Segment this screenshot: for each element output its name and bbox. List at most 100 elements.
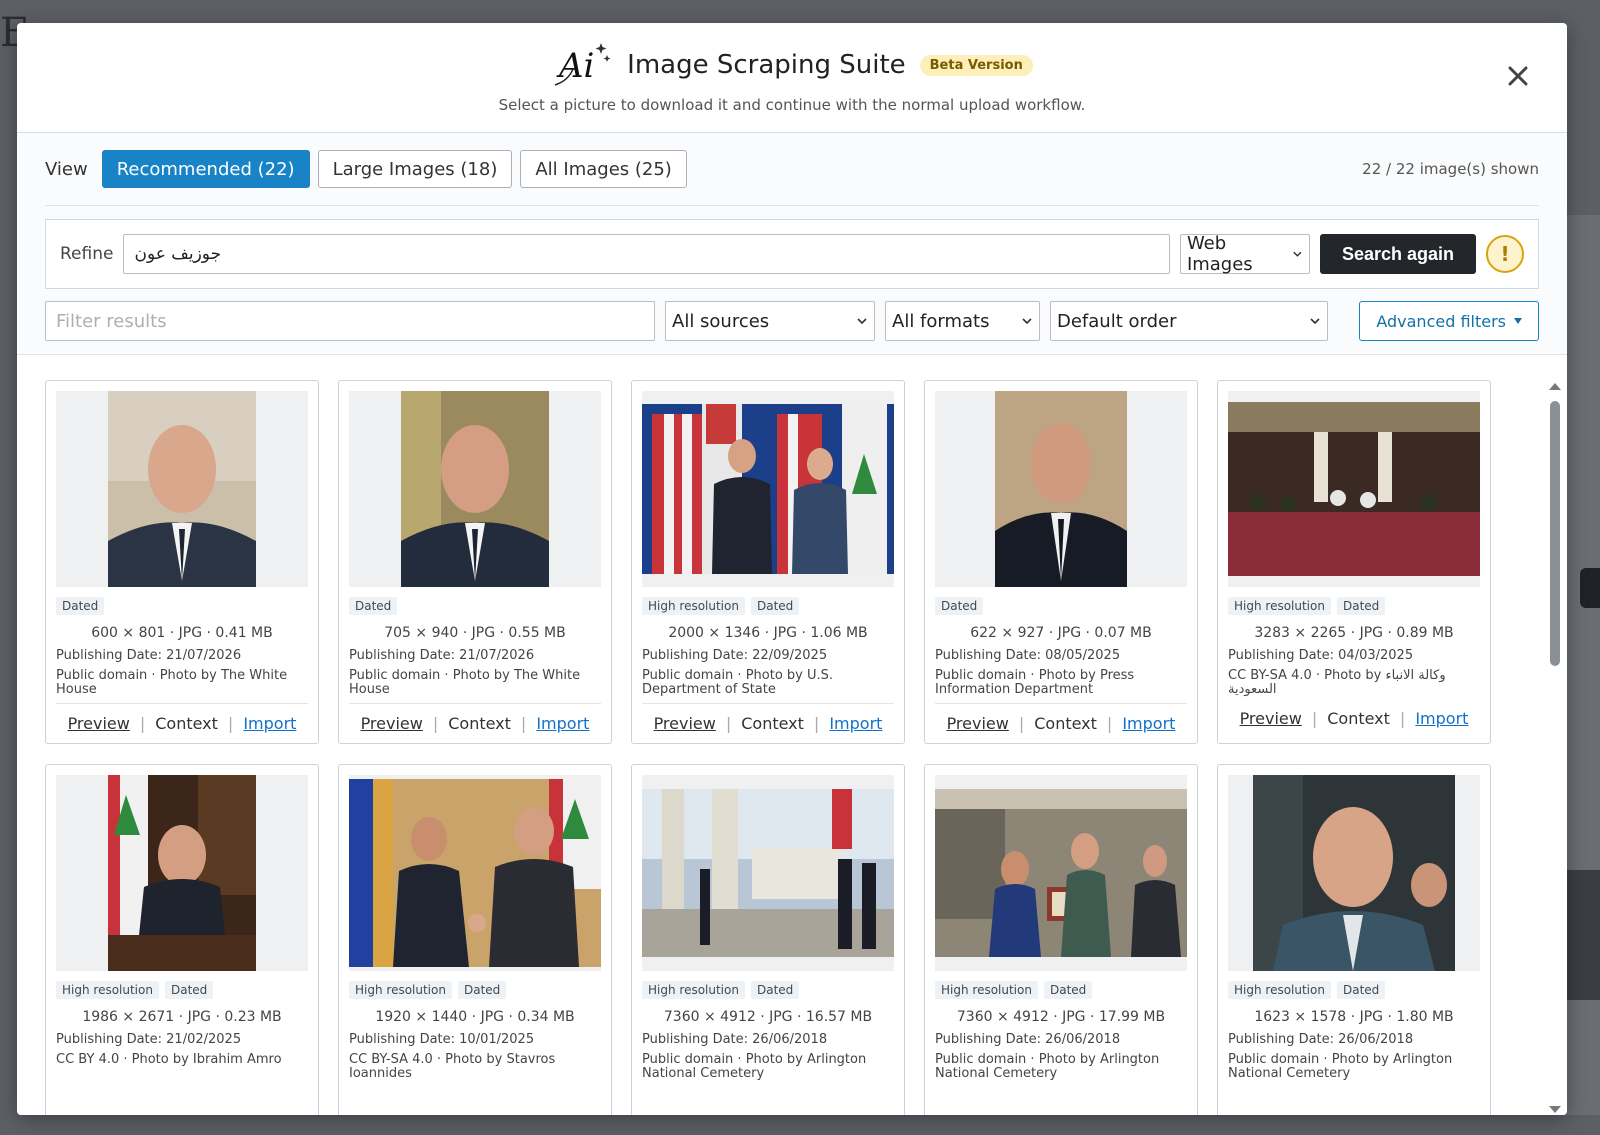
caret-down-icon [1514, 318, 1522, 324]
image-card[interactable]: High resolution Dated 7360 × 4912 · JPG … [924, 764, 1198, 1115]
card-actions: Preview | Context | Import [935, 703, 1187, 733]
image-card[interactable]: High resolution Dated 3283 × 2265 · JPG … [1217, 380, 1491, 744]
separator: | [139, 714, 146, 733]
context-link[interactable]: Context [448, 714, 511, 733]
publishing-date: Publishing Date: 26/06/2018 [935, 1032, 1121, 1047]
advanced-filters-button[interactable]: Advanced filters [1359, 301, 1539, 341]
publishing-date: Publishing Date: 21/07/2026 [56, 648, 242, 663]
formats-value: All formats [892, 310, 990, 332]
image-thumbnail[interactable] [642, 775, 894, 971]
publishing-date: Publishing Date: 22/09/2025 [642, 648, 828, 663]
badges: Dated [56, 597, 308, 615]
portrait-photo [1253, 775, 1455, 971]
context-link[interactable]: Context [155, 714, 218, 733]
license-credit: Public domain · Photo by Press Informati… [935, 669, 1135, 697]
preview-link[interactable]: Preview [361, 714, 423, 733]
warning-icon[interactable]: ! [1486, 235, 1524, 273]
background-page-thumbnail [1566, 870, 1600, 1000]
license-credit: Public domain · Photo by The White House [56, 669, 288, 697]
svg-text:Ai: Ai [556, 46, 594, 86]
image-card[interactable]: Dated 705 × 940 · JPG · 0.55 MB Publishi… [338, 380, 612, 744]
separator: | [1018, 714, 1025, 733]
tab-all-images[interactable]: All Images (25) [520, 150, 687, 188]
image-dimensions: 3283 × 2265 · JPG · 0.89 MB [1254, 625, 1454, 641]
image-card[interactable]: High resolution Dated 1623 × 1578 · JPG … [1217, 764, 1491, 1115]
order-value: Default order [1057, 310, 1177, 332]
high-resolution-badge: High resolution [1228, 597, 1331, 615]
high-resolution-badge: High resolution [642, 981, 745, 999]
filter-results-input[interactable] [45, 301, 655, 341]
sources-select[interactable]: All sources [665, 301, 875, 341]
portrait-photo [108, 775, 256, 971]
separator: | [725, 714, 732, 733]
image-card[interactable]: Dated 622 × 927 · JPG · 0.07 MB Publishi… [924, 380, 1198, 744]
import-link[interactable]: Import [243, 714, 296, 733]
image-thumbnail[interactable] [349, 775, 601, 971]
image-card[interactable]: High resolution Dated 1920 × 1440 · JPG … [338, 764, 612, 1115]
badges: High resolution Dated [349, 981, 601, 999]
dated-badge: Dated [457, 981, 507, 999]
image-thumbnail[interactable] [642, 391, 894, 587]
dated-badge: Dated [164, 981, 214, 999]
card-actions: Preview | Context | Import [1228, 699, 1480, 728]
landscape-photo [1228, 402, 1480, 576]
image-dimensions: 622 × 927 · JPG · 0.07 MB [970, 625, 1152, 641]
import-link[interactable]: Import [1415, 709, 1468, 728]
preview-link[interactable]: Preview [654, 714, 716, 733]
preview-link[interactable]: Preview [68, 714, 130, 733]
chevron-down-icon [1022, 318, 1032, 325]
image-source-type-select[interactable]: Web Images [1179, 233, 1310, 275]
import-link[interactable]: Import [829, 714, 882, 733]
image-card[interactable]: High resolution Dated 7360 × 4912 · JPG … [631, 764, 905, 1115]
image-card[interactable]: Dated 600 × 801 · JPG · 0.41 MB Publishi… [45, 380, 319, 744]
view-row: View Recommended (22) Large Images (18) … [45, 149, 1539, 189]
title-row: Ai Image Scraping Suite Beta Version [17, 39, 1567, 91]
publishing-date: Publishing Date: 21/07/2026 [349, 648, 535, 663]
badges: High resolution Dated [56, 981, 308, 999]
image-scraping-modal: Ai Image Scraping Suite Beta Version Sel… [17, 23, 1567, 1115]
license-credit: Public domain · Photo by Arlington Natio… [1228, 1053, 1453, 1081]
publishing-date: Publishing Date: 04/03/2025 [1228, 648, 1414, 663]
preview-link[interactable]: Preview [1240, 709, 1302, 728]
results-scrollbar[interactable] [1549, 383, 1563, 1113]
image-thumbnail[interactable] [56, 775, 308, 971]
image-dimensions: 1623 × 1578 · JPG · 1.80 MB [1254, 1009, 1454, 1025]
refine-search-input[interactable] [123, 234, 1170, 274]
order-select[interactable]: Default order [1050, 301, 1328, 341]
import-link[interactable]: Import [536, 714, 589, 733]
divider [45, 205, 1539, 206]
context-link[interactable]: Context [1034, 714, 1097, 733]
preview-link[interactable]: Preview [947, 714, 1009, 733]
image-thumbnail[interactable] [56, 391, 308, 587]
image-card[interactable]: High resolution Dated 2000 × 1346 · JPG … [631, 380, 905, 744]
scroll-down-arrow-icon[interactable] [1549, 1106, 1561, 1113]
image-thumbnail[interactable] [935, 391, 1187, 587]
context-link[interactable]: Context [1327, 709, 1390, 728]
filter-row: All sources All formats Default order Ad… [45, 301, 1539, 341]
close-button[interactable] [1507, 63, 1529, 93]
results-area: Dated 600 × 801 · JPG · 0.41 MB Publishi… [17, 356, 1567, 1115]
image-dimensions: 600 × 801 · JPG · 0.41 MB [91, 625, 273, 641]
context-link[interactable]: Context [741, 714, 804, 733]
image-card[interactable]: High resolution Dated 1986 × 2671 · JPG … [45, 764, 319, 1115]
tab-recommended[interactable]: Recommended (22) [101, 150, 310, 188]
search-again-button[interactable]: Search again [1319, 234, 1476, 274]
scroll-up-arrow-icon[interactable] [1549, 383, 1561, 390]
image-thumbnail[interactable] [1228, 391, 1480, 587]
dated-badge: Dated [349, 597, 398, 615]
formats-select[interactable]: All formats [885, 301, 1040, 341]
image-thumbnail[interactable] [935, 775, 1187, 971]
portrait-photo [995, 391, 1127, 587]
image-dimensions: 1986 × 2671 · JPG · 0.23 MB [82, 1009, 282, 1025]
chevron-down-icon [857, 318, 867, 325]
image-source-type-value: Web Images [1186, 233, 1253, 275]
tab-large-images[interactable]: Large Images (18) [317, 150, 513, 188]
controls-panel: View Recommended (22) Large Images (18) … [17, 133, 1567, 355]
image-thumbnail[interactable] [349, 391, 601, 587]
badges: High resolution Dated [1228, 597, 1480, 615]
image-thumbnail[interactable] [1228, 775, 1480, 971]
scroll-thumb[interactable] [1550, 401, 1560, 666]
license-credit: CC BY-SA 4.0 · Photo by Stavros Ioannide… [349, 1053, 556, 1081]
dated-badge: Dated [750, 981, 800, 999]
import-link[interactable]: Import [1122, 714, 1175, 733]
